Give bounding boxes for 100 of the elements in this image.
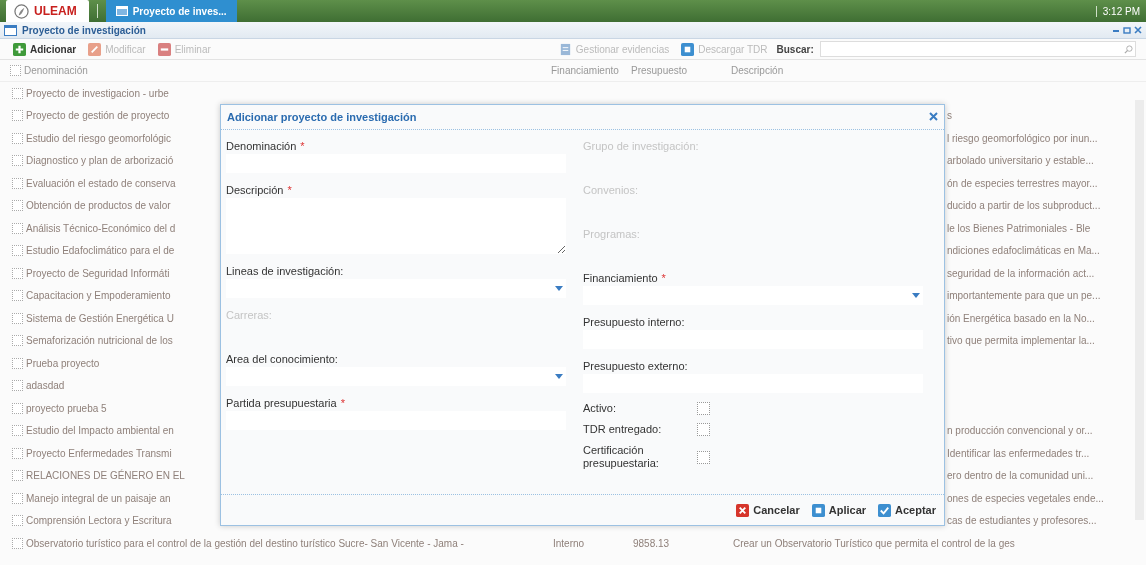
table-cell: Estudio del riesgo geomorfológic: [26, 132, 172, 144]
table-cell: tivo que permita implementar la...: [947, 335, 1095, 347]
column-header: Presupuesto: [631, 65, 688, 76]
field-label: Certificación presupuestaria:: [583, 444, 660, 470]
table-cell: Identificar las enfermedades tr...: [947, 447, 1090, 459]
table-cell: cas de estudiantes y profesores...: [947, 515, 1097, 527]
field-label: TDR entregado:: [583, 423, 663, 436]
caret-icon: [912, 292, 920, 299]
checkbox[interactable]: [12, 222, 23, 234]
table-cell: Evaluación el estado de conserva: [26, 177, 176, 189]
input-field[interactable]: [226, 198, 566, 254]
table-cell: Manejo integral de un paisaje an: [26, 492, 171, 504]
table-cell: proyecto prueba 5: [26, 402, 107, 414]
restore-icon[interactable]: [1123, 26, 1131, 34]
clock: 3:12 PM: [1095, 5, 1146, 17]
column-header: Denominación: [24, 65, 88, 76]
table-cell: 9858.13: [633, 537, 670, 549]
taskbar-tab[interactable]: Proyecto de inves...: [105, 0, 237, 22]
table-cell: ón de especies terrestres mayor...: [947, 177, 1098, 189]
checkbox[interactable]: [697, 402, 710, 415]
checkbox[interactable]: [12, 290, 23, 302]
toolbar-button[interactable]: Adicionar: [10, 41, 80, 57]
dialog-title: Adicionar proyecto de investigación: [227, 111, 417, 123]
minus-icon: [157, 42, 171, 56]
table-cell: Sistema de Gestión Energética U: [26, 312, 174, 324]
table-cell: seguridad de la información act...: [947, 267, 1095, 279]
caret-icon: [555, 285, 563, 292]
table-cell: ones de especies vegetales ende...: [947, 492, 1104, 504]
search-field[interactable]: [819, 41, 1136, 57]
check-icon: [878, 503, 892, 517]
checkbox[interactable]: [12, 470, 23, 482]
table-cell: s: [947, 110, 952, 122]
checkbox[interactable]: [12, 515, 23, 527]
window-icon: [4, 24, 17, 36]
dropdown-field[interactable]: [583, 286, 923, 305]
checkbox[interactable]: [12, 155, 23, 167]
checkbox[interactable]: [12, 402, 23, 414]
field-label: Lineas de investigación:: [226, 264, 345, 279]
close-icon[interactable]: [1134, 26, 1142, 34]
window-title: Proyecto de investigación: [22, 24, 146, 36]
table-cell: Análisis Técnico-Económico del d: [26, 222, 176, 234]
table-cell: Interno: [553, 537, 585, 549]
checkbox[interactable]: [12, 200, 23, 212]
table-cell: Capacitacion y Empoderamiento: [26, 290, 171, 302]
plus-icon: [13, 42, 26, 56]
dropdown-field[interactable]: [226, 279, 566, 298]
logo-text: ULEAM: [34, 4, 77, 18]
table-cell: Semaforización nutricional de los: [26, 335, 173, 347]
checkbox[interactable]: [12, 110, 23, 122]
field-label: Activo:: [583, 402, 617, 415]
window-icon: [115, 6, 128, 16]
table-cell: Obtención de productos de valor: [26, 200, 171, 212]
table-cell: Proyecto de investigacion - urbe: [26, 87, 169, 99]
checkbox[interactable]: [697, 450, 710, 464]
checkbox[interactable]: [12, 177, 23, 189]
table-cell: Proyecto de gestión de proyecto: [26, 110, 170, 122]
pencil-icon: [88, 42, 102, 56]
logo-icon: [14, 3, 29, 19]
checkbox[interactable]: [12, 132, 23, 144]
table-cell: le los Bienes Patrimoniales - Ble: [947, 222, 1091, 234]
table-cell: ión Energética basado en la No...: [947, 312, 1095, 324]
table-cell: arbolado universitario y estable...: [947, 155, 1094, 167]
column-header: Financiamiento: [551, 65, 619, 76]
column-header: Descripción: [731, 65, 784, 76]
checkbox[interactable]: [12, 425, 23, 437]
table-cell: Comprensión Lectora y Escritura: [26, 515, 172, 527]
checkbox[interactable]: [12, 312, 23, 324]
checkbox[interactable]: [12, 492, 23, 504]
caret-icon: [555, 373, 563, 380]
search-icon: [1124, 44, 1133, 54]
field-label: Area del conocimiento:: [226, 352, 339, 367]
dropdown-field[interactable]: [226, 367, 566, 386]
table-cell: ndiciones edafoclimáticas en Ma...: [947, 245, 1100, 257]
table-cell: ero dentro de la comunidad uni...: [947, 470, 1094, 482]
field-label: Presupuesto externo:: [583, 359, 689, 374]
table-cell: Observatorio turístico para el control de la gestión del destino turístico Sucre- San Vicente - Jama -: [26, 537, 464, 549]
checkbox[interactable]: [12, 380, 23, 392]
dialog-button[interactable]: Cancelar: [734, 502, 802, 518]
dialog-button[interactable]: Aplicar: [809, 502, 869, 518]
checkbox[interactable]: [12, 537, 23, 549]
table-cell: importantemente para que un pe...: [947, 290, 1101, 302]
checkbox[interactable]: [12, 245, 23, 257]
checkbox[interactable]: [12, 447, 23, 459]
square-icon: [811, 503, 825, 517]
table-cell: Estudio del Impacto ambiental en: [26, 425, 174, 437]
document-icon: [558, 42, 572, 56]
checkbox[interactable]: [12, 267, 23, 279]
table-cell: Diagnostico y plan de arborizació: [26, 155, 174, 167]
checkbox[interactable]: [697, 423, 710, 436]
field-label: Descripción *: [226, 183, 293, 198]
table-cell: Prueba proyecto: [26, 357, 100, 369]
checkbox[interactable]: [10, 65, 21, 76]
table-cell: Crear un Observatorio Turístico que permita el control de la ges: [733, 537, 1015, 549]
table-cell: adasdad: [26, 380, 65, 392]
checkbox[interactable]: [12, 87, 23, 99]
close-icon: [736, 503, 750, 517]
table-cell: Estudio Edafoclimático para el de: [26, 245, 175, 257]
checkbox[interactable]: [12, 335, 23, 347]
checkbox[interactable]: [12, 357, 23, 369]
dialog-button[interactable]: Aceptar: [876, 502, 938, 518]
